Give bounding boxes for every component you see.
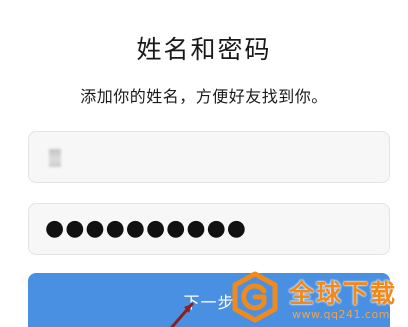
watermark-text: 全球下载 <box>289 279 398 308</box>
watermark-logo-icon <box>232 271 278 323</box>
page-title: 姓名和密码 <box>136 35 272 64</box>
password-input[interactable]: ●●●●●●●●●● <box>28 203 390 255</box>
sign-up-screen: 姓名和密码 添加你的姓名，方便好友找到你。 ●●●●●●●●●● 下一步 全球下… <box>0 0 408 327</box>
watermark-url: www.qq241.com <box>292 308 390 321</box>
arrow-pointer-icon <box>170 302 194 327</box>
page-subtitle: 添加你的姓名，方便好友找到你。 <box>80 87 328 106</box>
watermark: 全球下载 www.qq241.com <box>225 265 405 327</box>
blurred-name-value <box>49 149 61 167</box>
password-input-value: ●●●●●●●●●● <box>45 216 247 241</box>
name-input[interactable] <box>28 131 390 183</box>
